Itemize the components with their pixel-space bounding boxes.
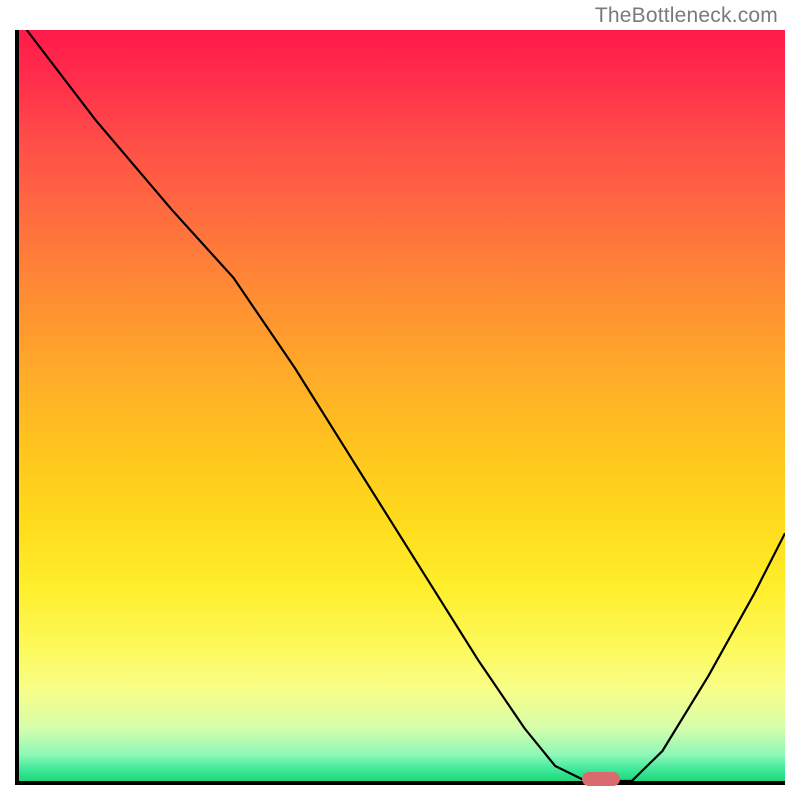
chart-optimum-marker [582, 772, 620, 786]
chart-curve [27, 30, 785, 781]
chart-curve-svg [19, 30, 785, 781]
watermark-text: TheBottleneck.com [595, 4, 778, 28]
